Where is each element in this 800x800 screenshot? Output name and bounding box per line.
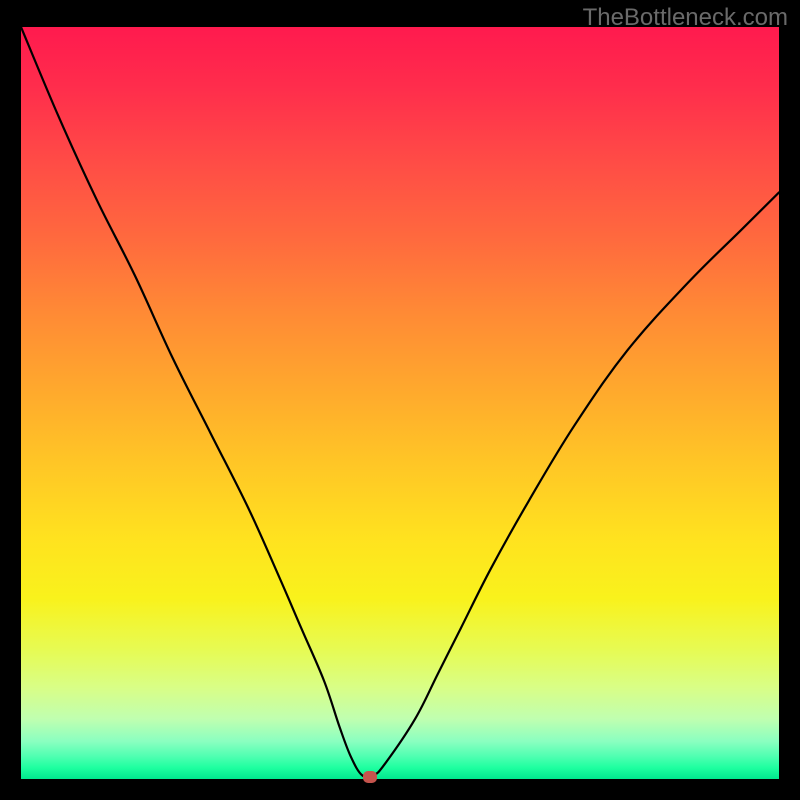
chart-container: TheBottleneck.com	[0, 0, 800, 800]
plot-area	[21, 27, 779, 779]
bottleneck-curve	[21, 27, 779, 777]
watermark-text: TheBottleneck.com	[583, 4, 788, 32]
minimum-point-marker	[363, 771, 377, 783]
curve-svg	[21, 27, 779, 779]
